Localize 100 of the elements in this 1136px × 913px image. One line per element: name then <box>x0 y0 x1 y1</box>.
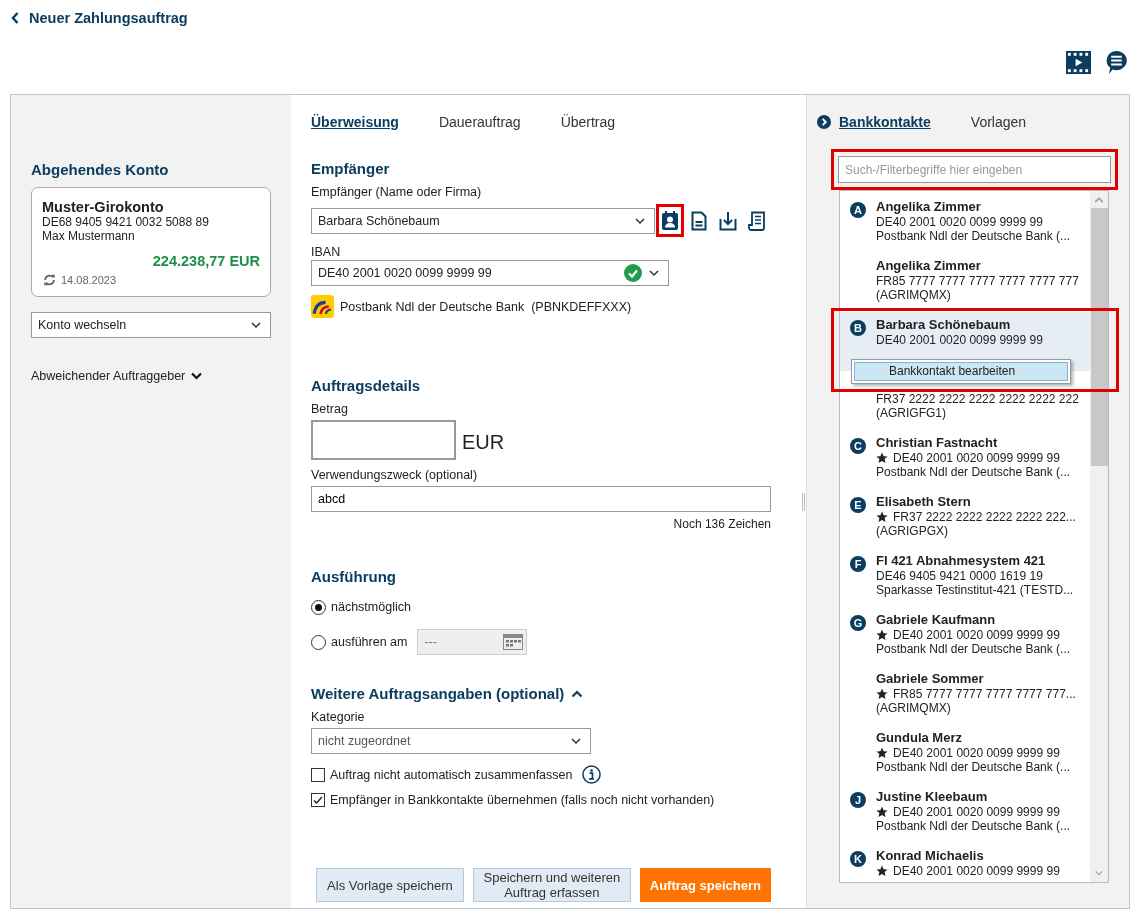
receipt-icon[interactable] <box>748 210 766 231</box>
checkbox-option[interactable]: Empfänger in Bankkontakte übernehmen (falls noch nicht vorhanden) <box>311 793 715 807</box>
expander-toggle[interactable]: Abweichender Auftraggeber <box>31 369 204 383</box>
checkbox-option[interactable]: Auftrag nicht automatisch zusammenfassen <box>311 767 573 782</box>
contact-name: Gabriele Kaufmann <box>876 612 997 628</box>
checkmark-icon <box>312 794 324 806</box>
contact-name: Angelika Zimmer <box>876 258 982 274</box>
contact-item[interactable]: C Christian Fastnacht DE40 2001 0020 0099 9999 99 Postbank Ndl der Deutsche Bank (... <box>840 430 1091 489</box>
search-field[interactable]: Such-/Filterbegriffe hier eingeben <box>838 156 1111 183</box>
tab[interactable]: Vorlagen <box>970 114 1027 140</box>
contact-iban: DE46 9405 9421 0000 1619 19 <box>876 569 1043 583</box>
letter-badge: K <box>850 851 866 867</box>
account-iban: DE68 9405 9421 0032 5088 89 <box>42 215 210 229</box>
contact-iban: DE40 2001 0020 0099 9999 99 <box>893 451 1060 465</box>
contact-bank: Postbank Ndl der Deutsche Bank (... <box>876 819 1071 833</box>
contact-iban: DE40 2001 0020 0099 9999 99 <box>876 333 1043 347</box>
contact-iban: DE40 2001 0020 0099 9999 99 <box>893 628 1060 642</box>
contact-bank: Postbank Ndl der Deutsche Bank (... <box>876 760 1071 774</box>
contact-bank: Postbank Ndl der Deutsche Bank (... <box>876 465 1071 479</box>
document-icon[interactable] <box>690 210 708 231</box>
back-link[interactable]: Neuer Zahlungsauftrag <box>10 10 188 26</box>
contact-bank: Postbank Ndl der Deutsche Bank (... <box>876 642 1071 656</box>
letter-badge: J <box>850 792 866 808</box>
contact-iban: DE40 2001 0020 0099 9999 99 <box>893 805 1060 819</box>
calendar-icon[interactable] <box>503 634 524 650</box>
account-name: Muster-Girokonto <box>42 199 165 215</box>
contact-item[interactable]: A Angelika Zimmer DE40 2001 0020 0099 9999 99 Postbank Ndl der Deutsche Bank (... <box>840 194 1091 253</box>
bank-logo-icon <box>311 295 334 318</box>
contact-name: Gundula Merz <box>876 730 963 746</box>
tab[interactable]: Dauerauftrag <box>438 114 521 138</box>
secondary-button[interactable]: Speichern und weiteren Auftrag erfassen <box>472 868 631 902</box>
download-tray-icon[interactable] <box>719 210 737 231</box>
currency-label: EUR <box>462 431 505 455</box>
contact-bank: Sparkasse Testinstitut-421 (TESTD... <box>876 583 1074 597</box>
arrow-circle-icon <box>817 115 831 129</box>
contact-iban: FR37 2222 2222 2222 2222 2222 222 <box>876 392 1079 406</box>
contact-item[interactable]: Gundula Merz DE40 2001 0020 0099 9999 99 Postbank Ndl der Deutsche Bank (... <box>840 725 1091 784</box>
account-select[interactable]: Konto wechseln <box>31 312 271 338</box>
contact-bank: (AGRIGFG1) <box>876 406 947 420</box>
letter-badge: G <box>850 615 866 631</box>
scrollbar-thumb[interactable] <box>1091 208 1108 466</box>
contact-card-icon[interactable] <box>661 210 679 231</box>
tab[interactable]: Übertrag <box>560 114 616 138</box>
contact-iban: DE40 2001 0020 0099 9999 99 <box>876 215 1043 229</box>
bank-name: Postbank Ndl der Deutsche Bank <box>340 299 525 314</box>
menu-item[interactable]: Bankkontakt bearbeiten <box>854 362 1068 381</box>
contact-item[interactable]: E Elisabeth Stern FR37 2222 2222 2222 2222 222... (AGRIGPGX) <box>840 489 1091 548</box>
contact-bank: (AGRIMQMX) <box>876 701 952 715</box>
film-icon[interactable] <box>1066 50 1091 75</box>
recipient-select[interactable]: Barbara Schönebaum <box>311 207 655 234</box>
contact-bank: Postbank Ndl der Deutsche Bank (... <box>876 229 1071 243</box>
category-select[interactable]: nicht zugeordnet <box>311 728 591 754</box>
expander-toggle[interactable]: Weitere Auftragsangaben (optional) <box>311 685 585 702</box>
contact-name: Konrad Michaelis <box>876 848 985 864</box>
scrollbar[interactable] <box>1090 191 1108 882</box>
chat-bubble-icon[interactable] <box>1104 50 1129 75</box>
secondary-button[interactable]: Als Vorlage speichern <box>316 868 464 902</box>
contact-iban: FR85 7777 7777 7777 7777 7777 777 <box>876 274 1079 288</box>
contact-iban: DE40 2001 0020 0099 9999 99 <box>893 864 1060 878</box>
refresh-icon[interactable] <box>42 273 57 287</box>
chevron-down-icon <box>570 735 582 747</box>
contact-name: FI 421 Abnahmesystem 421 <box>876 553 1047 569</box>
letter-badge: B <box>850 320 866 336</box>
letter-badge: C <box>850 438 866 454</box>
contact-iban: DE40 2001 0020 0099 9999 99 <box>893 746 1060 760</box>
account-balance: 224.238,77 EUR <box>151 253 260 269</box>
contact-item[interactable]: K Konrad Michaelis DE40 2001 0020 0099 9999 99 <box>840 843 1091 902</box>
tab[interactable]: Überweisung <box>311 114 399 138</box>
section-heading: Ausführung <box>311 568 397 585</box>
contact-iban: FR37 2222 2222 2222 2222 222... <box>893 510 1076 524</box>
letter-badge: A <box>850 202 866 218</box>
splitter-handle[interactable] <box>802 492 805 511</box>
info-icon[interactable] <box>582 765 602 784</box>
section-heading: Auftragsdetails <box>311 377 422 394</box>
radio-option[interactable]: ausführen am <box>311 634 408 650</box>
contact-name: Gabriele Sommer <box>876 671 985 687</box>
contact-name: Barbara Schönebaum <box>876 317 1012 333</box>
chevron-down-icon <box>250 319 262 331</box>
contact-name: Elisabeth Stern <box>876 494 972 510</box>
update-date: 14.08.2023 <box>61 274 117 286</box>
iban-select[interactable]: DE40 2001 0020 0099 9999 99 <box>311 260 669 286</box>
date-field[interactable]: --- <box>417 629 528 655</box>
char-counter: Noch 136 Zeichen <box>672 517 771 531</box>
letter-badge: E <box>850 497 866 513</box>
amount-field[interactable] <box>311 420 456 460</box>
field-label: Betrag <box>311 401 349 417</box>
account-holder: Max Mustermann <box>42 229 136 243</box>
contact-item[interactable]: Gabriele Sommer FR85 7777 7777 7777 7777 777... (AGRIMQMX) <box>840 666 1091 725</box>
contact-bank: (AGRIMQMX) <box>876 288 952 302</box>
field-label: IBAN <box>311 244 342 260</box>
contact-iban: FR85 7777 7777 7777 7777 777... <box>893 687 1076 701</box>
contact-item[interactable]: F FI 421 Abnahmesystem 421 DE46 9405 9421 0000 1619 19 Sparkasse Testinstitut-421 (TESTD... <box>840 548 1091 607</box>
account-card[interactable]: Muster-Girokonto DE68 9405 9421 0032 5088 89 Max Mustermann 224.238,77 EUR 14.08.2023 <box>31 187 271 297</box>
radio-option[interactable]: nächstmöglich <box>311 599 411 615</box>
tab[interactable]: Bankkontakte <box>817 114 931 140</box>
contact-item[interactable]: Angelika Zimmer FR85 7777 7777 7777 7777 7777 777 (AGRIMQMX) <box>840 253 1091 312</box>
contact-item[interactable]: G Gabriele Kaufmann DE40 2001 0020 0099 9999 99 Postbank Ndl der Deutsche Bank (... <box>840 607 1091 666</box>
contact-item[interactable]: J Justine Kleebaum DE40 2001 0020 0099 9999 99 Postbank Ndl der Deutsche Bank (... <box>840 784 1091 843</box>
contact-name: Justine Kleebaum <box>876 789 989 805</box>
purpose-field[interactable]: abcd <box>311 486 771 512</box>
